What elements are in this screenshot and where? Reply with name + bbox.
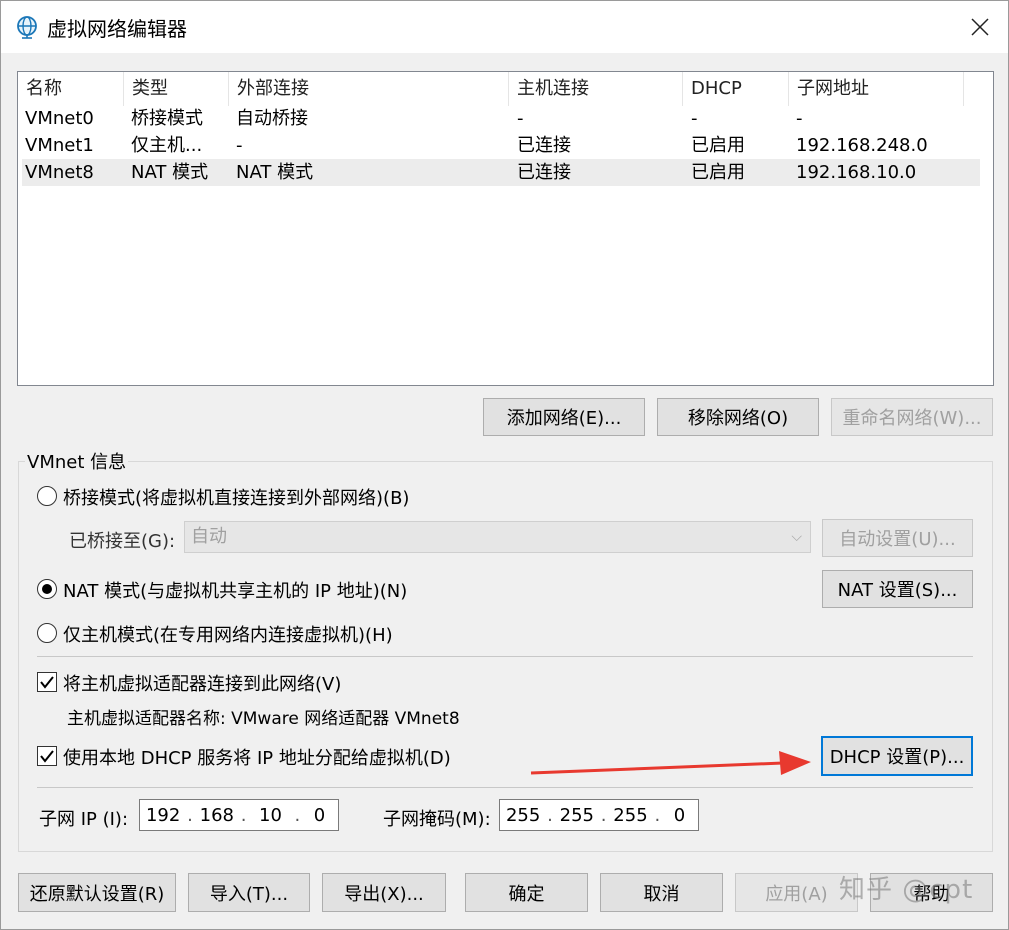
row-cell-type: 仅主机... (131, 135, 203, 156)
window-title: 虚拟网络编辑器 (47, 17, 187, 41)
nat-mode-radio[interactable] (37, 579, 57, 599)
remove-network-button[interactable]: 移除网络(O) (657, 398, 819, 436)
vmnet-info-title: VMnet 信息 (25, 448, 129, 474)
bridge-mode-radio[interactable] (37, 486, 57, 506)
column-header-subnet[interactable]: 子网地址 (789, 72, 964, 106)
row-cell-subnet: - (796, 108, 803, 129)
connect-adapter-checkbox[interactable] (37, 672, 57, 692)
row-cell-dhcp: - (691, 108, 698, 129)
host-only-label: 仅主机模式(在专用网络内连接虚拟机)(H) (63, 625, 393, 646)
row-cell-type: 桥接模式 (131, 108, 203, 129)
watermark-text: 知乎 @cpt (839, 875, 974, 905)
separator (37, 656, 973, 657)
mask-octet[interactable]: 0 (661, 805, 698, 826)
subnet-mask-input[interactable]: 255. 255. 255. 0 (499, 799, 699, 831)
row-cell-external: NAT 模式 (236, 162, 314, 183)
cancel-button[interactable]: 取消 (600, 873, 723, 912)
close-button[interactable] (952, 1, 1008, 53)
subnet-mask-label: 子网掩码(M): (383, 809, 491, 830)
checkmark-icon (40, 676, 54, 689)
list-header: 名称 类型 外部连接 主机连接 DHCP 子网地址 (18, 72, 993, 106)
connect-adapter-label: 将主机虚拟适配器连接到此网络(V) (63, 674, 342, 695)
table-row-selected[interactable]: VMnet8 NAT 模式 NAT 模式 已连接 已启用 192.168.10.… (22, 159, 980, 186)
bridged-to-label: 已桥接至(G): (69, 531, 176, 552)
virtual-network-editor-window: 虚拟网络编辑器 名称 类型 外部连接 主机连接 DHCP 子网地址 VMnet0… (0, 0, 1009, 930)
row-cell-external: 自动桥接 (236, 108, 308, 129)
ok-button[interactable]: 确定 (465, 873, 588, 912)
bridged-to-select[interactable]: 自动 ⌵ (184, 521, 811, 553)
row-cell-host: 已连接 (517, 162, 571, 183)
row-cell-host: - (517, 108, 524, 129)
dhcp-settings-button[interactable]: DHCP 设置(P)... (821, 736, 973, 776)
nat-settings-button[interactable]: NAT 设置(S)... (822, 570, 973, 608)
ip-octet[interactable]: 10 (247, 805, 293, 826)
bridged-to-value: 自动 (191, 526, 227, 547)
auto-settings-button[interactable]: 自动设置(U)... (822, 519, 973, 557)
separator (37, 787, 973, 788)
subnet-ip-label: 子网 IP (I): (39, 809, 129, 830)
ip-octet[interactable]: 0 (301, 805, 338, 826)
red-arrow-annotation (530, 751, 811, 775)
column-header-host[interactable]: 主机连接 (509, 72, 683, 106)
row-cell-subnet: 192.168.248.0 (796, 135, 928, 156)
add-network-button[interactable]: 添加网络(E)... (483, 398, 645, 436)
globe-network-icon (17, 16, 37, 39)
row-cell-dhcp: 已启用 (691, 135, 745, 156)
row-cell-host: 已连接 (517, 135, 571, 156)
import-button[interactable]: 导入(T)... (188, 873, 310, 912)
mask-octet[interactable]: 255 (500, 805, 546, 826)
table-row[interactable]: VMnet0 桥接模式 自动桥接 - - - (22, 105, 980, 132)
row-cell-name: VMnet1 (25, 135, 94, 156)
restore-defaults-button[interactable]: 还原默认设置(R) (18, 873, 176, 912)
title-bar: 虚拟网络编辑器 (1, 1, 1008, 53)
host-only-radio[interactable] (37, 623, 57, 643)
nat-mode-label: NAT 模式(与虚拟机共享主机的 IP 地址)(N) (63, 581, 408, 602)
column-header-dhcp[interactable]: DHCP (683, 72, 789, 106)
column-header-name[interactable]: 名称 (18, 72, 124, 106)
mask-octet[interactable]: 255 (554, 805, 600, 826)
export-button[interactable]: 导出(X)... (322, 873, 446, 912)
row-cell-type: NAT 模式 (131, 162, 209, 183)
rename-network-button[interactable]: 重命名网络(W)... (831, 398, 993, 436)
dhcp-label: 使用本地 DHCP 服务将 IP 地址分配给虚拟机(D) (63, 748, 451, 769)
column-header-external[interactable]: 外部连接 (229, 72, 509, 106)
network-list[interactable]: 名称 类型 外部连接 主机连接 DHCP 子网地址 VMnet0 桥接模式 自动… (17, 71, 994, 386)
chevron-down-icon: ⌵ (791, 529, 802, 545)
column-header-type[interactable]: 类型 (124, 72, 229, 106)
row-cell-subnet: 192.168.10.0 (796, 162, 917, 183)
row-cell-name: VMnet8 (25, 162, 94, 183)
close-icon (971, 18, 989, 36)
row-cell-name: VMnet0 (25, 108, 94, 129)
ip-octet[interactable]: 168 (194, 805, 240, 826)
table-row[interactable]: VMnet1 仅主机... - 已连接 已启用 192.168.248.0 (22, 132, 980, 159)
ip-octet[interactable]: 192 (140, 805, 186, 826)
bridge-mode-label: 桥接模式(将虚拟机直接连接到外部网络)(B) (63, 488, 410, 509)
subnet-ip-input[interactable]: 192. 168. 10. 0 (139, 799, 339, 831)
row-cell-external: - (236, 135, 243, 156)
dhcp-checkbox[interactable] (37, 746, 57, 766)
checkmark-icon (40, 750, 54, 763)
adapter-name-text: 主机虚拟适配器名称: VMware 网络适配器 VMnet8 (67, 709, 460, 729)
mask-octet[interactable]: 255 (607, 805, 653, 826)
row-cell-dhcp: 已启用 (691, 162, 745, 183)
